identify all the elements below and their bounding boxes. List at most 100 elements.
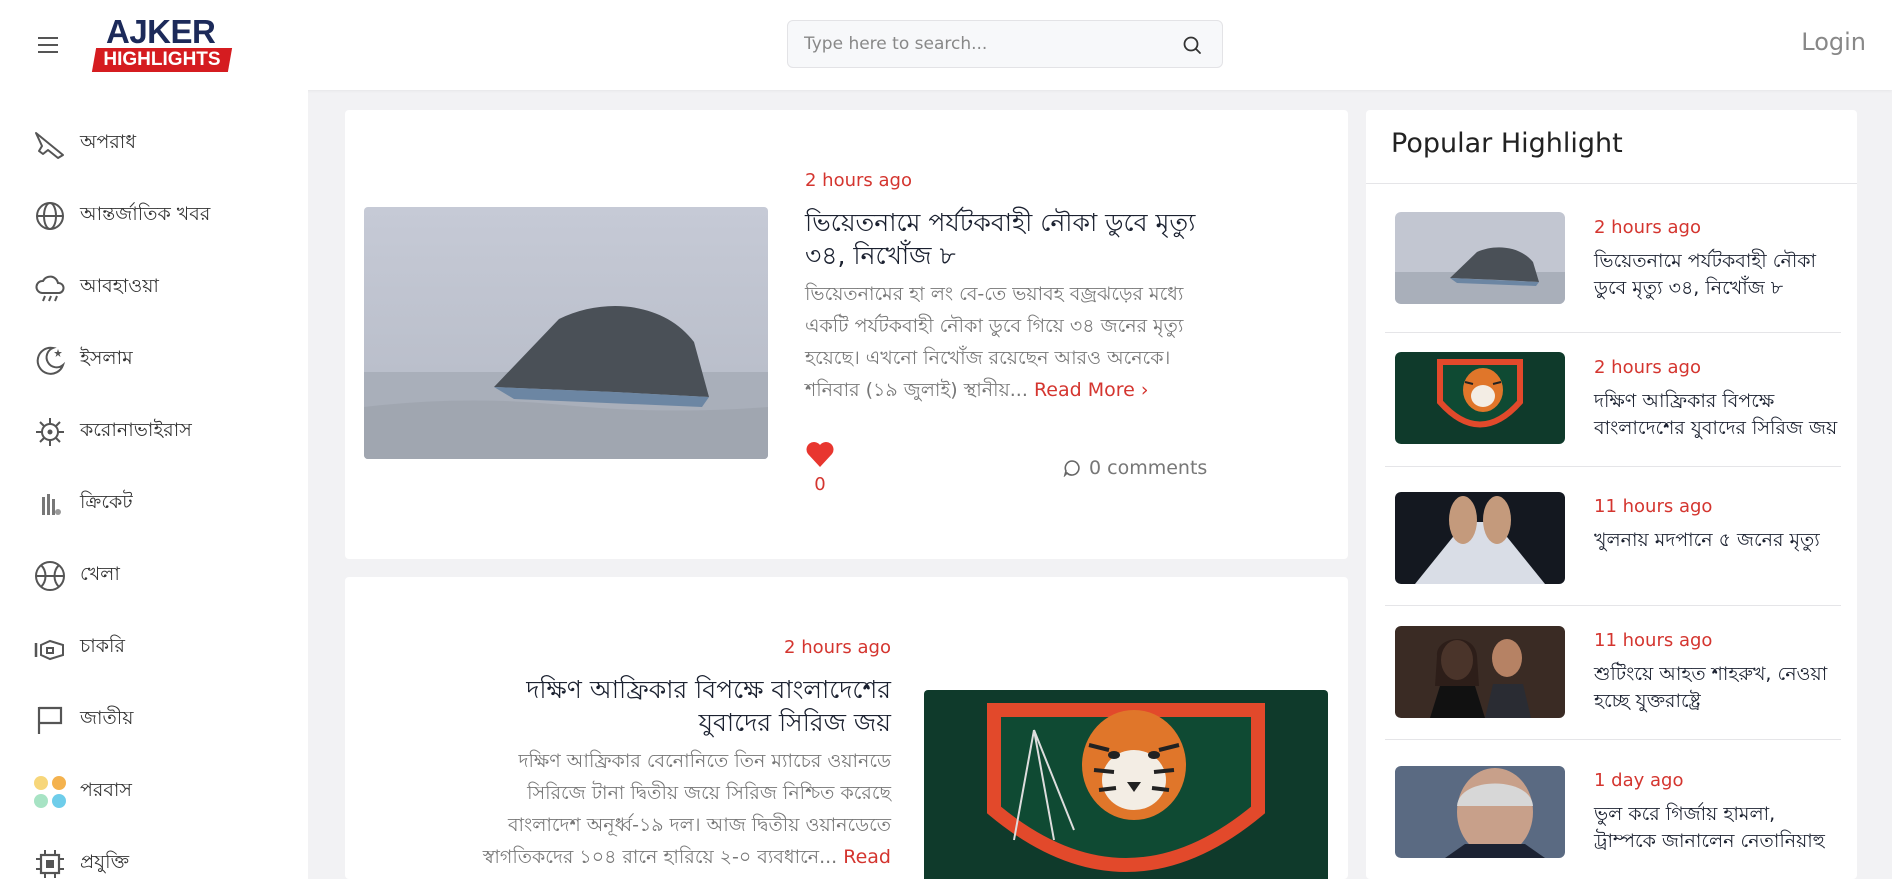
popular-item[interactable]: 2 hours ago দক্ষিণ আফ্রিকার বিপক্ষে বাংল…	[1385, 333, 1841, 467]
popular-item[interactable]: 1 day ago ভুল করে গির্জায় হামলা, ট্রাম্…	[1385, 746, 1841, 879]
comment-count: 0 comments	[1089, 457, 1208, 479]
boat-thumb-image	[1395, 212, 1565, 304]
sidebar-item-technology[interactable]: প্রযুক্তি	[32, 844, 129, 879]
excerpt-line: বাংলাদেশ অনূর্ধ্ব-১৯ দল। আজ দ্বিতীয় ওয়…	[507, 814, 891, 836]
like-count: 0	[814, 474, 826, 495]
excerpt-line: সিরিজে টানা দ্বিতীয় জয়ে সিরিজ নিশ্চিত …	[527, 782, 891, 804]
virus-icon	[32, 414, 68, 450]
menu-line	[38, 44, 58, 46]
article-excerpt: দক্ষিণ আফ্রিকার বেনোনিতে তিন ম্যাচের ওয়…	[451, 745, 891, 873]
search-icon[interactable]	[1182, 35, 1202, 55]
excerpt-line: দক্ষিণ আফ্রিকার বেনোনিতে তিন ম্যাচের ওয়…	[518, 750, 891, 772]
ball-icon	[32, 558, 68, 594]
read-more-label: Read More	[1033, 379, 1135, 401]
popular-item[interactable]: 2 hours ago ভিয়েতনামে পর্যটকবাহী নৌকা ড…	[1385, 199, 1841, 333]
sidebar-item-jobs[interactable]: চাকরি	[32, 628, 125, 668]
popular-thumb-couple	[1395, 626, 1565, 718]
article-image-cricket-board[interactable]	[924, 690, 1328, 879]
sidebar-item-sports[interactable]: খেলা	[32, 556, 120, 596]
title-line: যুবাদের সিরিজ জয়	[698, 708, 891, 737]
flag-icon	[32, 702, 68, 738]
menu-line	[38, 37, 58, 39]
title-line: ভুল করে গির্জায় হামলা,	[1594, 803, 1776, 825]
sidebar-item-label: ইসলাম	[80, 347, 133, 369]
article-excerpt: ভিয়েতনামের হা লং বে-তে ভয়াবহ বজ্রঝড়ের…	[805, 278, 1225, 406]
sidebar-item-label: অপরাধ	[80, 131, 136, 153]
sidebar-item-label: জাতীয়	[80, 707, 134, 729]
sidebar-item-national[interactable]: জাতীয়	[32, 700, 133, 740]
login-link[interactable]: Login	[1801, 28, 1866, 56]
like-button[interactable]: 0	[805, 440, 835, 495]
popular-thumb-feet	[1395, 492, 1565, 584]
divider	[1366, 183, 1857, 184]
excerpt-line: স্বাগতিকদের ১০৪ রানে হারিয়ে ২-০ ব্যবধান…	[482, 846, 838, 868]
popular-thumb-netanyahu	[1395, 766, 1565, 858]
title-line: ডুবে মৃত্যু ৩৪, নিখোঁজ ৮	[1594, 277, 1784, 299]
sidebar-item-label: আবহাওয়া	[80, 275, 159, 297]
popular-item[interactable]: 11 hours ago শুটিংয়ে আহত শাহরুখ, নেওয়া…	[1385, 606, 1841, 740]
title-line: হচ্ছে যুক্তরাষ্ট্রে	[1594, 690, 1701, 712]
popular-time: 1 day ago	[1594, 770, 1684, 791]
title-line: দক্ষিণ আফ্রিকার বিপক্ষে	[1594, 390, 1775, 412]
menu-line	[38, 51, 58, 53]
hamburger-menu-icon[interactable]	[38, 30, 68, 60]
logo-top-text: AJKER	[106, 13, 216, 50]
comments-link[interactable]: 0 comments	[1063, 457, 1207, 479]
sidebar-item-islam[interactable]: ইসলাম	[32, 340, 133, 380]
popular-thumb-boat	[1395, 212, 1565, 304]
popular-time: 2 hours ago	[1594, 357, 1701, 378]
heart-icon	[806, 442, 834, 467]
sidebar-item-weather[interactable]: আবহাওয়া	[32, 268, 159, 308]
circles-icon	[32, 774, 68, 810]
excerpt-line-last: স্বাগতিকদের ১০৪ রানে হারিয়ে ২-০ ব্যবধান…	[451, 841, 891, 873]
title-line: খুলনায় মদপানে ৫ জনের মৃত্যু	[1594, 529, 1820, 551]
title-line: শুটিংয়ে আহত শাহরুখ, নেওয়া	[1594, 663, 1828, 685]
popular-time: 2 hours ago	[1594, 217, 1701, 238]
site-logo[interactable]: AJKER HIGHLIGHTS	[91, 13, 233, 72]
popular-title: ভুল করে গির্জায় হামলা, ট্রাম্পকে জানালে…	[1594, 801, 1840, 855]
article-title[interactable]: দক্ষিণ আফ্রিকার বিপক্ষে বাংলাদেশের যুবাদ…	[471, 673, 891, 739]
read-more-link[interactable]: Read	[843, 846, 891, 868]
popular-time: 11 hours ago	[1594, 630, 1713, 651]
sidebar-item-cricket[interactable]: ক্রিকেট	[32, 484, 133, 524]
popular-heading: Popular Highlight	[1391, 128, 1623, 159]
sidebar-item-international[interactable]: আন্তর্জাতিক খবর	[32, 196, 210, 236]
excerpt-line: একটি পর্যটকবাহী নৌকা ডুবে গিয়ে ৩৪ জনের …	[805, 315, 1184, 337]
couple-thumb-image	[1395, 626, 1565, 718]
chip-icon	[32, 846, 68, 879]
popular-time: 11 hours ago	[1594, 496, 1713, 517]
logo-bottom-text: HIGHLIGHTS	[103, 49, 221, 70]
cricket-icon	[32, 486, 68, 522]
article-image-boat[interactable]	[364, 207, 768, 459]
search-input[interactable]	[804, 21, 1174, 67]
title-line: বাংলাদেশের যুবাদের সিরিজ জয়	[1594, 417, 1838, 439]
popular-thumb-cricket	[1395, 352, 1565, 444]
title-line: ভিয়েতনামে পর্যটকবাহী নৌকা	[1594, 250, 1817, 272]
sidebar-item-coronavirus[interactable]: করোনাভাইরাস	[32, 412, 192, 452]
category-sidebar: অপরাধ আন্তর্জাতিক খবর আবহাওয়া ইসলাম করো…	[0, 90, 308, 879]
netanyahu-thumb-image	[1395, 766, 1565, 858]
popular-title: দক্ষিণ আফ্রিকার বিপক্ষে বাংলাদেশের যুবাদ…	[1594, 388, 1840, 442]
moon-star-icon	[32, 342, 68, 378]
search-box	[787, 20, 1223, 68]
popular-item[interactable]: 11 hours ago খুলনায় মদপানে ৫ জনের মৃত্য…	[1385, 472, 1841, 606]
article-title[interactable]: ভিয়েতনামে পর্যটকবাহী নৌকা ডুবে মৃত্যু ৩…	[805, 206, 1225, 272]
sidebar-item-abroad[interactable]: পরবাস	[32, 772, 132, 812]
article-card: 2 hours ago ভিয়েতনামে পর্যটকবাহী নৌকা ড…	[345, 110, 1348, 559]
boat-image	[364, 207, 768, 459]
excerpt-line: শনিবার (১৯ জুলাই) স্থানীয়...	[805, 379, 1028, 401]
sidebar-item-label: ক্রিকেট	[80, 491, 133, 513]
title-line: ট্রাম্পকে জানালেন নেতানিয়াহু	[1594, 830, 1825, 852]
sidebar-item-label: খেলা	[80, 563, 120, 585]
top-header: AJKER HIGHLIGHTS Login	[0, 0, 1892, 90]
excerpt-line: হয়েছে। এখনো নিখোঁজ রয়েছেন আরও অনেকে।	[805, 347, 1171, 369]
excerpt-line: ভিয়েতনামের হা লং বে-তে ভয়াবহ বজ্রঝড়ের…	[805, 283, 1184, 305]
sidebar-item-crime[interactable]: অপরাধ	[32, 124, 136, 164]
bcb-thumb-image	[1395, 352, 1565, 444]
article-time: 2 hours ago	[805, 170, 912, 191]
cloud-rain-icon	[32, 270, 68, 306]
title-line: দক্ষিণ আফ্রিকার বিপক্ষে বাংলাদেশের	[526, 675, 891, 704]
excerpt-line-last: শনিবার (১৯ জুলাই) স্থানীয়... Read More …	[805, 374, 1225, 406]
read-more-link[interactable]: Read More ›	[1034, 379, 1149, 401]
comment-icon	[1063, 460, 1080, 477]
